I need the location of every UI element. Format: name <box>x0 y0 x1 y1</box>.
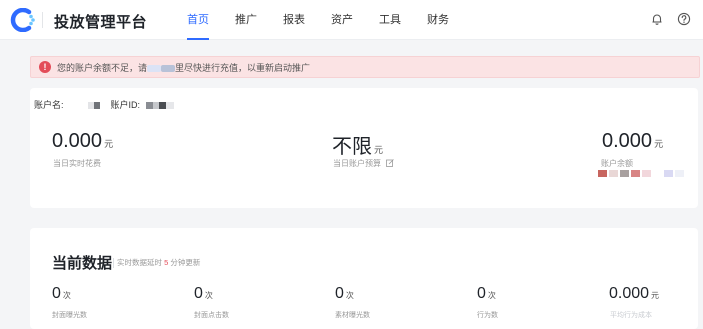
current-data-card: 当前数据 实时数据延时 5 分钟更新 0次 封面曝光数 0次 封面点击数 0次 … <box>30 228 698 329</box>
stat-value-number: 0 <box>335 285 344 302</box>
stat-actions: 0次 <box>477 285 496 303</box>
refresh-note-number: 5 <box>164 258 169 267</box>
account-balance-number: 0.000 <box>602 130 653 152</box>
account-info: 账户名: 账户ID: <box>34 98 174 111</box>
alert-text-before: 您的账户余额不足，请 <box>57 63 148 73</box>
section-divider <box>113 258 114 268</box>
alert-text-mid: 里 <box>175 63 185 73</box>
today-spend-label: 当日实时花费 <box>53 159 101 168</box>
daily-budget-label: 当日账户预算 <box>333 158 395 169</box>
stat-value-number: 0 <box>194 285 203 302</box>
account-name-label: 账户名: <box>34 100 64 110</box>
nav-item-reports[interactable]: 报表 <box>283 0 305 40</box>
stat-value-number: 0 <box>477 285 486 302</box>
stat-cover-impressions: 0次 <box>52 285 71 303</box>
account-balance-unit: 元 <box>654 139 664 149</box>
today-spend-value: 0.000 元 <box>52 130 113 153</box>
top-header: 投放管理平台 首页 推广 报表 资产 工具 财务 <box>0 0 703 40</box>
c-logo-icon[interactable] <box>10 8 36 32</box>
nav-item-tools[interactable]: 工具 <box>379 0 401 40</box>
redacted-mask <box>165 102 174 110</box>
stat-value-number: 0.000 <box>609 285 650 302</box>
stat-value-number: 0 <box>52 285 61 302</box>
refresh-note: 实时数据延时 5 分钟更新 <box>117 257 200 268</box>
nav-item-promotion[interactable]: 推广 <box>235 0 257 40</box>
daily-budget-unit: 元 <box>374 145 384 155</box>
daily-budget-label-text: 当日账户预算 <box>333 159 381 168</box>
redacted-mask <box>145 102 153 110</box>
stat-label: 封面曝光数 <box>52 312 87 319</box>
today-spend-unit: 元 <box>104 139 114 149</box>
redacted-mask <box>147 65 162 73</box>
section-title: 当前数据 <box>52 255 113 272</box>
account-overview-card: 账户名: 账户ID: 0.000 元 当日实时花费 不限元 当日账户预算 0.00… <box>30 88 698 208</box>
nav-item-home[interactable]: 首页 <box>187 0 209 40</box>
help-icon[interactable] <box>677 12 691 26</box>
alert-icon: ! <box>39 61 51 73</box>
redacted-mask <box>158 102 166 110</box>
stat-cover-clicks: 0次 <box>194 285 213 303</box>
today-spend-number: 0.000 <box>52 130 103 152</box>
main-nav: 首页 推广 报表 资产 工具 财务 <box>187 0 475 40</box>
stat-avg-action-cost: 0.000 元 <box>609 285 659 303</box>
stat-label: 素材曝光数 <box>335 312 370 319</box>
alert-message: 您的账户余额不足，请 里尽快进行充值，以重新启动推广 <box>57 61 310 74</box>
bell-icon[interactable] <box>650 12 664 26</box>
stat-unit: 次 <box>345 291 354 300</box>
daily-budget-number: 不限 <box>332 136 372 158</box>
redacted-balance-detail <box>598 170 684 177</box>
alert-text-after: 尽快进行充值，以重新启动推广 <box>184 63 311 73</box>
stat-label: 平均行为成本 <box>610 312 652 319</box>
stat-unit: 次 <box>487 291 496 300</box>
redacted-mask <box>161 65 176 73</box>
stat-unit: 元 <box>651 291 660 300</box>
redacted-mask <box>94 102 101 110</box>
refresh-note-prefix: 实时数据延时 <box>117 258 162 267</box>
account-balance-label: 账户余额 <box>601 159 633 168</box>
account-balance-value: 0.000 元 <box>602 130 663 153</box>
stat-label: 行为数 <box>477 312 498 319</box>
stat-material-impressions: 0次 <box>335 285 354 303</box>
brand-title: 投放管理平台 <box>54 14 148 31</box>
refresh-note-suffix: 分钟更新 <box>170 258 201 267</box>
nav-item-finance[interactable]: 财务 <box>427 0 449 40</box>
account-id-label: 账户ID: <box>110 100 141 110</box>
brand-divider <box>42 12 43 28</box>
nav-item-assets[interactable]: 资产 <box>331 0 353 40</box>
stat-unit: 次 <box>204 291 213 300</box>
stat-label: 封面点击数 <box>194 312 229 319</box>
stat-unit: 次 <box>62 291 71 300</box>
daily-budget-value: 不限元 <box>332 130 383 159</box>
low-balance-alert: ! 您的账户余额不足，请 里尽快进行充值，以重新启动推广 <box>30 56 700 78</box>
edit-icon[interactable] <box>386 159 395 167</box>
